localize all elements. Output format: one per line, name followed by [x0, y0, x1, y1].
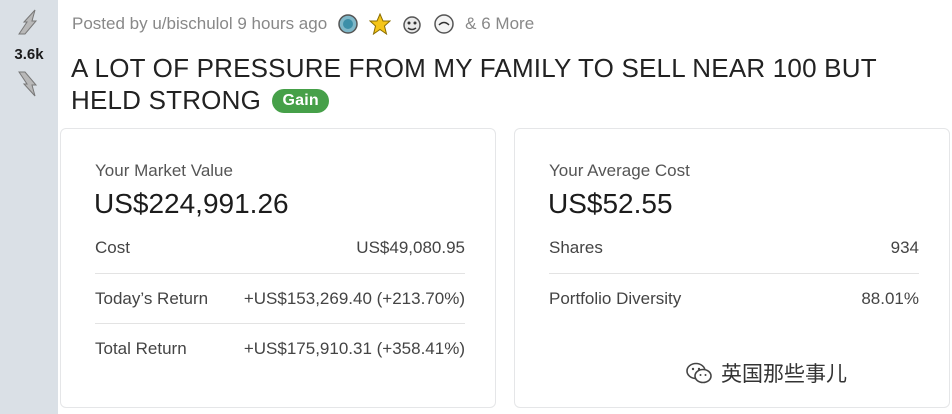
award-icon-1[interactable] [337, 13, 359, 35]
award-icon-4[interactable] [433, 13, 455, 35]
award-icon-2[interactable] [369, 13, 392, 35]
vote-column: 3.6k [0, 0, 58, 414]
post-title[interactable]: A LOT OF PRESSURE FROM MY FAMILY TO SELL… [71, 52, 951, 116]
row-label: Cost [95, 238, 130, 257]
row-label: Shares [549, 238, 603, 257]
post-meta: Posted by u/bischulol 9 hours ago & 6 Mo… [72, 12, 534, 36]
vote-count: 3.6k [14, 46, 44, 63]
row-value: +US$153,269.40 (+213.70%) [243, 289, 465, 308]
post-title-text[interactable]: A LOT OF PRESSURE FROM MY FAMILY TO SELL… [71, 53, 876, 115]
row-value: 88.01% [861, 289, 919, 308]
row-label: Total Return [95, 339, 187, 358]
post-container: Posted by u/bischulol 9 hours ago & 6 Mo… [58, 0, 952, 414]
watermark: 英国那些事儿 [685, 358, 847, 388]
average-cost-label: Your Average Cost [549, 161, 690, 180]
market-value-card: Your Market Value US$224,991.26 Cost US$… [60, 128, 496, 408]
row-value: US$49,080.95 [356, 238, 465, 257]
downvote-arrow-icon[interactable] [17, 70, 41, 98]
row-value: +US$175,910.31 (+358.41%) [243, 339, 465, 358]
row-value: 934 [890, 238, 919, 257]
post-meta-text[interactable]: Posted by u/bischulol 9 hours ago [72, 14, 327, 34]
market-value-amount: US$224,991.26 [94, 188, 289, 219]
row-label: Portfolio Diversity [549, 289, 682, 308]
average-cost-amount: US$52.55 [548, 188, 673, 219]
more-awards-link[interactable]: & 6 More [465, 14, 534, 34]
award-icon-3[interactable] [401, 13, 423, 35]
todays-return-row: Today’s Return +US$153,269.40 (+213.70%) [95, 273, 465, 324]
upvote-arrow-icon[interactable] [17, 8, 41, 36]
wechat-icon [686, 362, 712, 384]
row-label: Today’s Return [95, 289, 209, 308]
portfolio-diversity-row: Portfolio Diversity 88.01% [549, 273, 919, 324]
total-return-row: Total Return +US$175,910.31 (+358.41%) [95, 323, 465, 374]
post-flair[interactable]: Gain [272, 89, 329, 113]
market-value-label: Your Market Value [95, 161, 233, 180]
cost-row: Cost US$49,080.95 [95, 223, 465, 273]
watermark-text: 英国那些事儿 [721, 363, 847, 386]
shares-row: Shares 934 [549, 223, 919, 273]
